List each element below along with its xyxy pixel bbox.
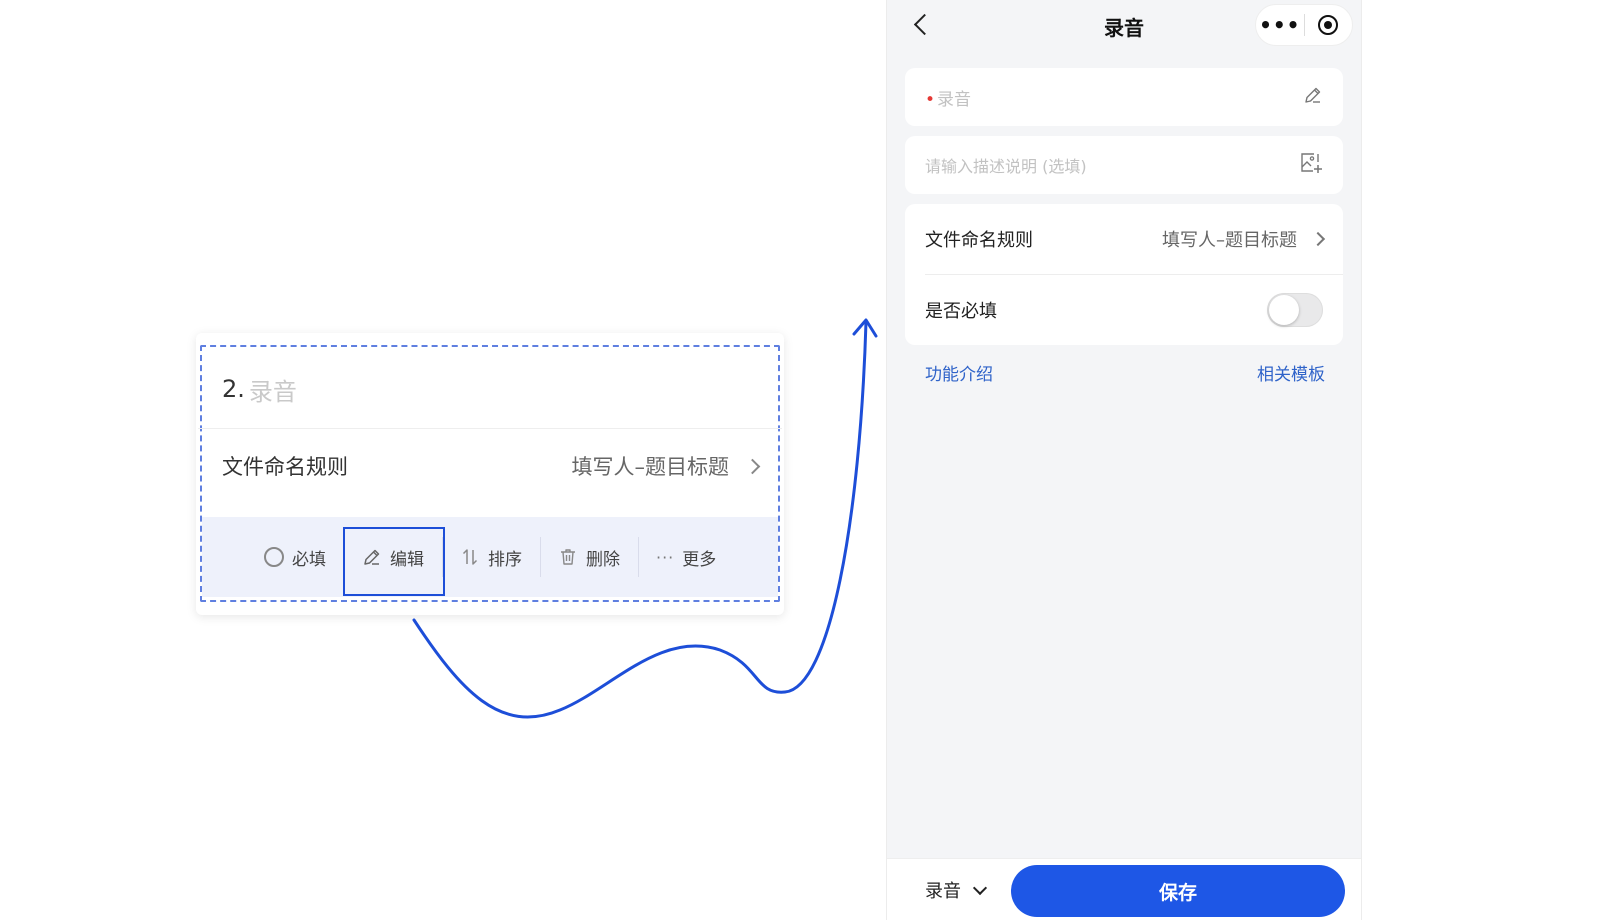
question-type-label: 录音 (925, 881, 961, 902)
description-field-card: 请输入描述说明 (选填) (905, 136, 1343, 194)
chevron-down-icon (972, 880, 988, 895)
title-field[interactable]: • 录音 (925, 68, 1323, 126)
settings-card: 文件命名规则 填写人–题目标题 是否必填 (905, 204, 1343, 345)
pencil-icon[interactable] (1303, 85, 1323, 110)
mini-program-capsule: ••• (1255, 4, 1353, 46)
required-mark: • (925, 89, 936, 110)
nav-bar: 录音 ••• (887, 0, 1361, 52)
help-links: 功能介绍 相关模板 (925, 360, 1325, 385)
more-dots-icon[interactable]: ••• (1256, 13, 1304, 37)
naming-rule-setting-label: 文件命名规则 (925, 230, 1033, 251)
required-setting-label: 是否必填 (925, 301, 997, 322)
add-image-icon[interactable] (1299, 151, 1323, 180)
description-placeholder: 请输入描述说明 (选填) (925, 157, 1087, 176)
naming-rule-setting-value: 填写人–题目标题 (1162, 230, 1297, 251)
naming-rule-setting-value-wrap: 填写人–题目标题 (1162, 226, 1326, 252)
title-placeholder-wrap: • 录音 (925, 85, 971, 110)
page-title: 录音 (1104, 15, 1144, 40)
feature-intro-link[interactable]: 功能介绍 (925, 360, 993, 385)
target-icon (1318, 15, 1339, 35)
bottom-bar: 录音 保存 (887, 858, 1361, 920)
phone-screen: 录音 ••• • 录音 请输入描述说明 (选填) 文件命名规则 填写人–题目标题… (886, 0, 1362, 920)
save-button[interactable]: 保存 (1011, 865, 1345, 917)
close-target-button[interactable] (1305, 15, 1353, 35)
flow-arrow-line (412, 320, 868, 719)
required-toggle-switch[interactable] (1267, 293, 1323, 327)
title-placeholder: 录音 (937, 89, 972, 110)
toggle-knob (1269, 295, 1299, 325)
title-field-card: • 录音 (905, 68, 1343, 126)
naming-rule-setting[interactable]: 文件命名规则 填写人–题目标题 (925, 204, 1326, 274)
required-setting: 是否必填 (925, 275, 1323, 345)
description-field[interactable]: 请输入描述说明 (选填) (925, 136, 1323, 194)
question-type-selector[interactable]: 录音 (925, 859, 988, 920)
related-templates-link[interactable]: 相关模板 (1257, 360, 1325, 385)
back-chevron-icon[interactable] (913, 13, 936, 36)
chevron-right-icon (1310, 231, 1326, 247)
